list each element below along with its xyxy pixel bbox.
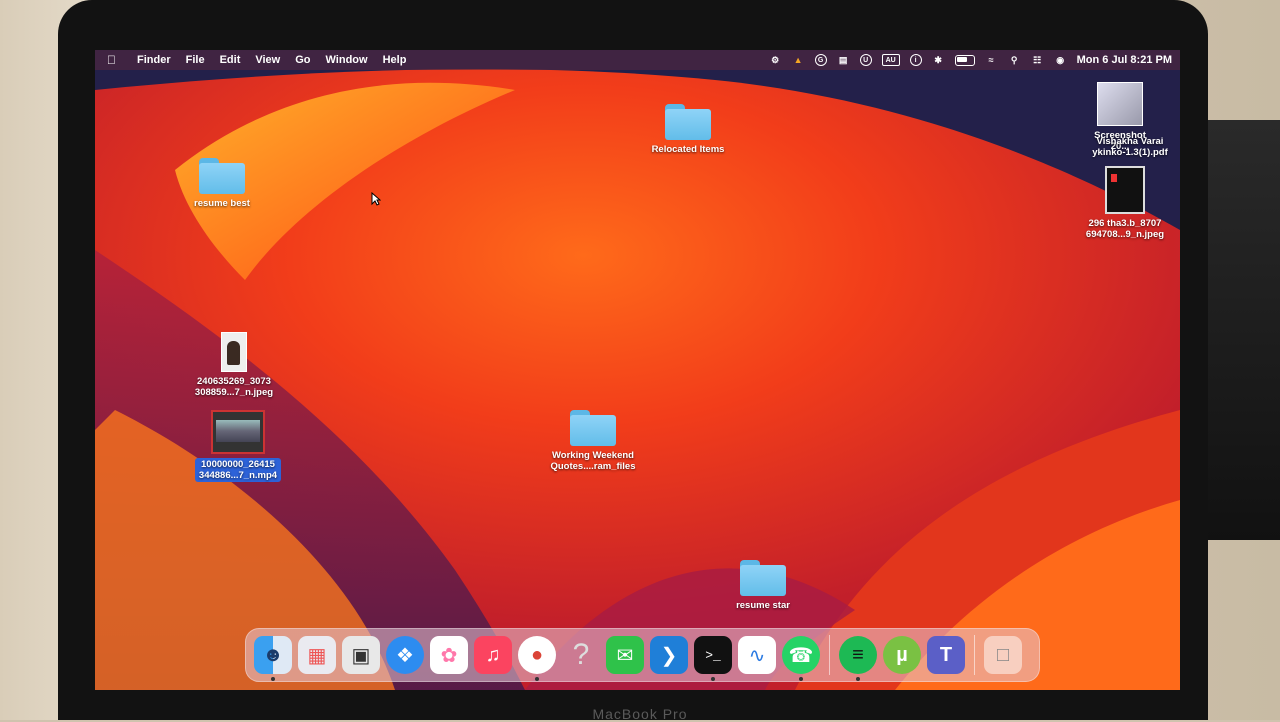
- teams-icon[interactable]: T: [927, 636, 965, 674]
- bluetooth-icon[interactable]: ✱: [932, 54, 945, 67]
- document-thumbnail-icon: [1105, 166, 1145, 214]
- menu-window[interactable]: Window: [326, 54, 377, 66]
- malwarebytes-icon[interactable]: ⚙: [769, 54, 782, 67]
- desktop-item-label: Working Weekend Quotes....ram_files: [550, 450, 636, 472]
- grammarly-icon[interactable]: G: [814, 54, 827, 66]
- desktop-folder[interactable]: Working Weekend Quotes....ram_files: [538, 410, 648, 472]
- launchpad-icon[interactable]: ▦: [298, 636, 336, 674]
- wifi-icon[interactable]: ≈: [985, 54, 998, 67]
- desktop-folder[interactable]: resume best: [167, 158, 277, 209]
- menu-clock[interactable]: Mon 6 Jul 8:21 PM: [1077, 54, 1172, 66]
- question-mark-icon[interactable]: ?: [562, 636, 600, 674]
- spotify-icon[interactable]: ≡: [839, 636, 877, 681]
- battery-icon[interactable]: [954, 54, 975, 66]
- vscode-icon[interactable]: ❯: [650, 636, 688, 674]
- desktop-file-selected[interactable]: 10000000_26415 344886...7_n.mp4: [183, 410, 293, 482]
- apple-menu-icon[interactable]: : [107, 53, 125, 67]
- desktop-item-label: 296 tha3.b_8707 694708...9_n.jpeg: [1085, 218, 1165, 240]
- terminal-icon[interactable]: >_: [694, 636, 732, 681]
- safari-icon[interactable]: ❖: [386, 636, 424, 674]
- desktop-item-label: Relocated Items: [651, 144, 725, 155]
- image-thumbnail-icon: [221, 332, 247, 372]
- utorrent-icon[interactable]: µ: [883, 636, 921, 674]
- menu-view[interactable]: View: [255, 54, 289, 66]
- trash-icon[interactable]: □: [984, 636, 1022, 674]
- folder-icon: [199, 158, 245, 194]
- spotlight-icon[interactable]: ⚲: [1008, 54, 1021, 67]
- menu-help[interactable]: Help: [383, 54, 416, 66]
- screen:  Finder File Edit View Go Window Help ⚙…: [95, 50, 1180, 690]
- input-source-icon[interactable]: AU: [881, 54, 900, 66]
- siri-icon[interactable]: ◉: [1054, 54, 1067, 67]
- dock: ☻ ▦ ▣ ❖ ✿ ♫ ● ? ✉ ❯ >_ ∿ ☎ ≡ µ T □: [245, 628, 1040, 682]
- dock-separator: [974, 635, 975, 675]
- desktop-folder[interactable]: Relocated Items: [633, 104, 743, 155]
- folder-icon: [665, 104, 711, 140]
- menu-edit[interactable]: Edit: [220, 54, 250, 66]
- freeform-icon[interactable]: ∿: [738, 636, 776, 674]
- mouse-cursor-icon: [371, 192, 381, 206]
- control-center-icon[interactable]: ☷: [1031, 54, 1044, 67]
- folder-icon: [570, 410, 616, 446]
- menu-app-name[interactable]: Finder: [137, 54, 180, 66]
- whatsapp-icon[interactable]: ☎: [782, 636, 820, 681]
- flame-icon[interactable]: ▲: [792, 54, 805, 67]
- desktop-file[interactable]: 296 tha3.b_8707 694708...9_n.jpeg: [1075, 166, 1175, 240]
- chrome-icon[interactable]: ●: [518, 636, 556, 681]
- desktop-item-label: 10000000_26415 344886...7_n.mp4: [194, 458, 282, 482]
- photos-icon[interactable]: ✿: [430, 636, 468, 674]
- menu-file[interactable]: File: [186, 54, 214, 66]
- menu-bar:  Finder File Edit View Go Window Help ⚙…: [95, 50, 1180, 70]
- desktop-folder[interactable]: resume star: [708, 560, 818, 611]
- screenshot-icon[interactable]: ▣: [342, 636, 380, 674]
- dock-separator: [829, 635, 830, 675]
- video-thumbnail-icon: [211, 410, 265, 454]
- display-icon[interactable]: ▤: [837, 54, 850, 67]
- desktop-item-label: resume best: [194, 198, 250, 209]
- folder-icon: [740, 560, 786, 596]
- finder-icon[interactable]: ☻: [254, 636, 292, 681]
- vpn-icon[interactable]: U: [859, 54, 872, 66]
- messages-icon[interactable]: ✉: [606, 636, 644, 674]
- accessibility-icon[interactable]: i: [909, 54, 922, 66]
- desktop-file[interactable]: 240635269_3073 308859...7_n.jpeg: [179, 332, 289, 398]
- desktop-item-label: 240635269_3073 308859...7_n.jpeg: [194, 376, 274, 398]
- desktop-item-label: resume star: [736, 600, 790, 611]
- desktop-file[interactable]: Vishakha Varai ykinko-1.3(1).pdf: [1085, 136, 1175, 158]
- menu-go[interactable]: Go: [295, 54, 319, 66]
- music-icon[interactable]: ♫: [474, 636, 512, 674]
- screenshot-thumbnail-icon: [1097, 82, 1143, 126]
- desktop-item-label: Vishakha Varai ykinko-1.3(1).pdf: [1092, 136, 1168, 158]
